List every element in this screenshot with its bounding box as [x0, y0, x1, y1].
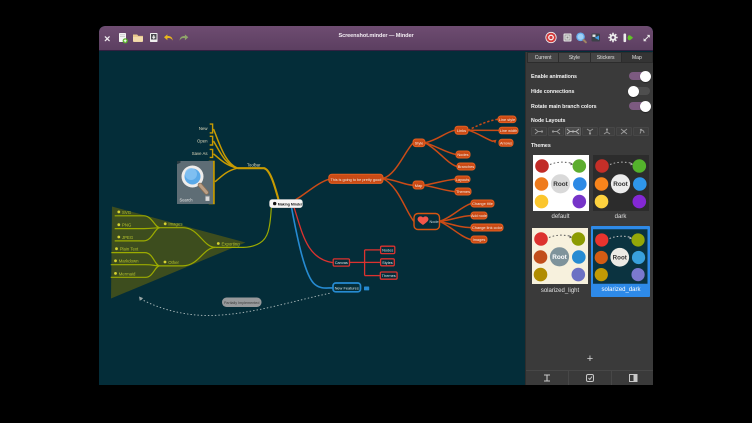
svg-text:Partially Implemented: Partially Implemented: [224, 301, 259, 305]
svg-text:Exporting: Exporting: [222, 241, 241, 246]
svg-text:Plain Text: Plain Text: [120, 247, 139, 252]
svg-text:Other: Other: [168, 260, 179, 265]
svg-text:Markdown: Markdown: [119, 259, 139, 264]
svg-text:Arrows: Arrows: [500, 140, 512, 145]
svg-text:Layouts: Layouts: [456, 177, 470, 182]
svg-text:Open: Open: [197, 139, 208, 144]
svg-text:Style: Style: [415, 141, 424, 146]
svg-text:This is going to be pretty goo: This is going to be pretty good: [330, 178, 381, 182]
svg-text:Images: Images: [168, 222, 182, 227]
svg-text:Root: Root: [613, 254, 627, 261]
svg-text:Nodes: Nodes: [457, 152, 468, 157]
svg-text:Change link color: Change link color: [472, 225, 503, 230]
svg-text:Links: Links: [457, 128, 466, 133]
svg-text:Themes: Themes: [382, 273, 396, 278]
svg-text:Root: Root: [552, 254, 567, 261]
svg-text:Change title: Change title: [472, 201, 493, 206]
svg-text:Toolbar: Toolbar: [247, 163, 261, 168]
svg-text:New: New: [199, 126, 208, 131]
svg-text:Mermaid: Mermaid: [119, 271, 136, 276]
svg-text:New Features: New Features: [335, 285, 359, 290]
svg-text:Themes: Themes: [456, 189, 470, 194]
svg-text:Line width: Line width: [500, 128, 518, 133]
svg-text:Map: Map: [415, 183, 423, 188]
svg-text:PNG: PNG: [122, 223, 132, 228]
svg-text:Save As: Save As: [192, 151, 208, 156]
svg-text:Search: Search: [180, 197, 194, 202]
svg-text:Add node: Add node: [471, 214, 487, 218]
svg-text:JPEG: JPEG: [122, 235, 134, 240]
svg-text:SVG: SVG: [122, 210, 132, 215]
svg-text:Nodes: Nodes: [382, 247, 393, 252]
svg-text:Root: Root: [553, 181, 568, 188]
svg-text:Branches: Branches: [458, 164, 474, 169]
svg-text:Line style: Line style: [499, 117, 515, 122]
svg-text:Canvas: Canvas: [335, 260, 348, 265]
svg-text:Node: Node: [430, 220, 439, 224]
svg-text:Styles: Styles: [382, 260, 393, 265]
svg-text:Images: Images: [473, 237, 486, 242]
svg-text:Making Minder: Making Minder: [278, 202, 303, 206]
svg-text:Root: Root: [613, 181, 628, 188]
